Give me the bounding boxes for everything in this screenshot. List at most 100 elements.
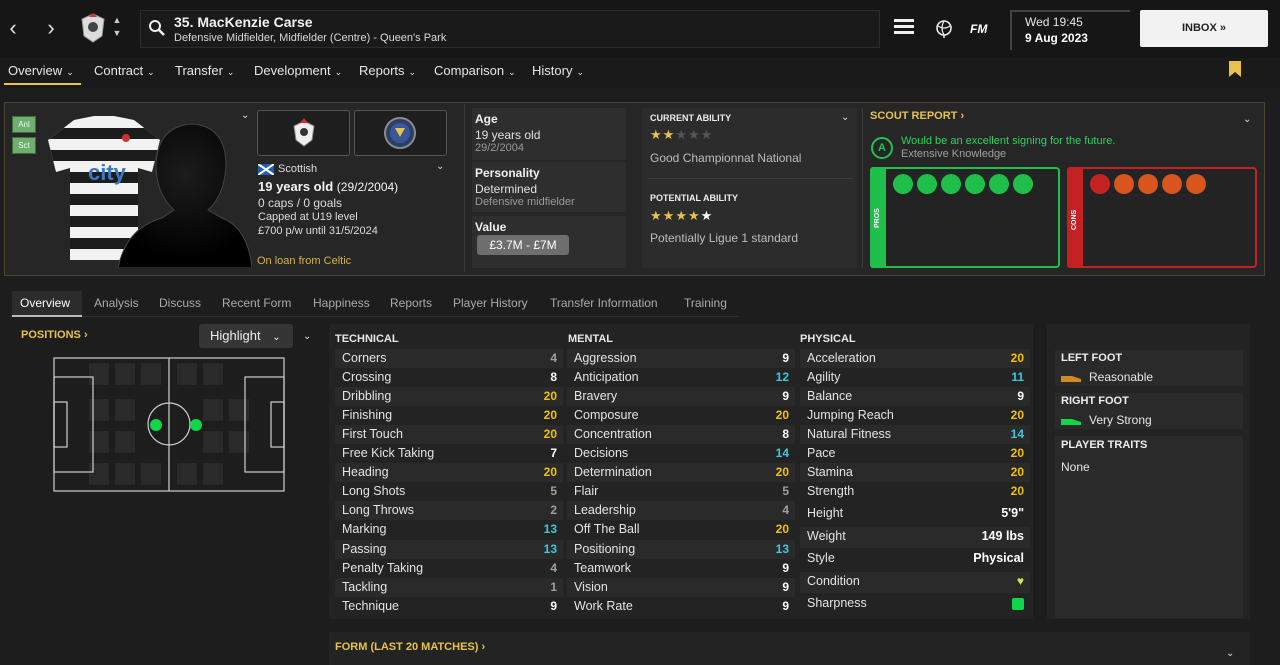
- physical-attribute-row[interactable]: Acceleration 20: [800, 349, 1030, 368]
- technical-attribute-row[interactable]: Tackling 1: [335, 577, 563, 597]
- kit-dropdown-chevron-icon[interactable]: ⌄: [241, 110, 249, 121]
- technical-attribute-row[interactable]: Finishing 20: [335, 406, 563, 425]
- report-icon[interactable]: [1114, 174, 1134, 194]
- player-switch-arrows[interactable]: ▲ ▼: [110, 14, 124, 42]
- physical-attribute-row[interactable]: Stamina 20: [800, 463, 1030, 483]
- attribute-name: First Touch: [342, 427, 403, 442]
- technical-attribute-row[interactable]: Long Shots 5: [335, 482, 563, 501]
- tab-reports[interactable]: Reports: [390, 296, 432, 310]
- physical-attribute-row[interactable]: Jumping Reach 20: [800, 406, 1030, 425]
- form-link[interactable]: FORM (LAST 20 MATCHES) ›: [335, 641, 485, 653]
- tab-transfer-information[interactable]: Transfer Information: [550, 296, 658, 310]
- technical-attribute-row[interactable]: Crossing 8: [335, 368, 563, 387]
- forward-button[interactable]: ›: [41, 14, 61, 42]
- form-dropdown-chevron-icon[interactable]: ⌄: [1226, 648, 1234, 659]
- mental-attribute-row[interactable]: Flair 5: [567, 482, 795, 501]
- tab-player-history[interactable]: Player History: [453, 296, 528, 310]
- star-icon: ★: [700, 208, 714, 223]
- attribute-value: 5'9": [1001, 506, 1024, 520]
- technical-attribute-row[interactable]: Technique 9: [335, 597, 563, 616]
- attribute-name: Work Rate: [574, 598, 633, 613]
- menu-comparison[interactable]: Comparison ⌄: [434, 63, 516, 78]
- technical-attribute-row[interactable]: Long Throws 2: [335, 501, 563, 521]
- mental-attribute-row[interactable]: Vision 9: [567, 577, 795, 597]
- menu-icon[interactable]: [894, 19, 914, 35]
- position-mc-dot: [190, 419, 202, 431]
- mental-attribute-row[interactable]: Anticipation 12: [567, 368, 795, 387]
- menu-overview[interactable]: Overview ⌄: [8, 63, 74, 78]
- mental-attribute-row[interactable]: Work Rate 9: [567, 597, 795, 616]
- technical-attribute-row[interactable]: First Touch 20: [335, 425, 563, 445]
- tab-overview[interactable]: Overview: [20, 296, 70, 310]
- physical-attribute-row[interactable]: Pace 20: [800, 444, 1030, 463]
- back-button[interactable]: ‹: [3, 14, 23, 42]
- mental-attribute-row[interactable]: Positioning 13: [567, 539, 795, 559]
- scout-tag[interactable]: Sct: [12, 137, 36, 154]
- star-icon: ★: [675, 208, 688, 223]
- tab-recent-form[interactable]: Recent Form: [222, 296, 291, 310]
- bookmark-icon[interactable]: [1229, 61, 1241, 77]
- left-boot-icon: [1061, 376, 1081, 382]
- head-icon[interactable]: [989, 174, 1009, 194]
- highlight-dropdown[interactable]: Highlight ⌄: [199, 324, 293, 348]
- scout-dropdown-chevron-icon[interactable]: ⌄: [1243, 114, 1251, 125]
- tab-analysis[interactable]: Analysis: [94, 296, 139, 310]
- mental-attribute-row[interactable]: Leadership 4: [567, 501, 795, 521]
- fire-icon[interactable]: [1186, 174, 1206, 194]
- tactics-icon[interactable]: [941, 174, 961, 194]
- team-icon[interactable]: [965, 174, 985, 194]
- search-icon[interactable]: [148, 19, 166, 37]
- mental-attribute-row[interactable]: Teamwork 9: [567, 559, 795, 578]
- tab-discuss[interactable]: Discuss: [159, 296, 201, 310]
- mental-attribute-row[interactable]: Composure 20: [567, 406, 795, 425]
- globe-icon[interactable]: [935, 20, 953, 38]
- value-label: Value: [475, 220, 507, 234]
- attribute-name: Positioning: [574, 541, 636, 556]
- attribute-value: 4: [550, 351, 557, 365]
- briefcase-icon[interactable]: [893, 174, 913, 194]
- mental-attribute-row[interactable]: Bravery 9: [567, 387, 795, 407]
- attribute-name: Flair: [574, 484, 599, 499]
- ability-dropdown-chevron-icon[interactable]: ⌄: [841, 112, 849, 123]
- menu-transfer[interactable]: Transfer ⌄: [175, 63, 234, 78]
- loan-status[interactable]: On loan from Celtic: [257, 255, 351, 267]
- boots-icon[interactable]: [1013, 174, 1033, 194]
- nation-dropdown-chevron-icon[interactable]: ⌄: [436, 161, 444, 172]
- tab-happiness[interactable]: Happiness: [313, 296, 370, 310]
- technical-attribute-row[interactable]: Free Kick Taking 7: [335, 444, 563, 463]
- menu-development[interactable]: Development ⌄: [254, 63, 342, 78]
- speech-icon[interactable]: [1138, 174, 1158, 194]
- physical-attribute-row[interactable]: Natural Fitness 14: [800, 425, 1030, 445]
- attribute-value: 20: [775, 408, 789, 423]
- value-range-pill[interactable]: £3.7M - £7M: [477, 235, 569, 255]
- positions-options-chevron-icon[interactable]: ⌄: [303, 331, 311, 342]
- technical-attribute-row[interactable]: Passing 13: [335, 539, 563, 559]
- scout-report-link[interactable]: SCOUT REPORT ›: [870, 110, 964, 122]
- technical-attribute-row[interactable]: Dribbling 20: [335, 387, 563, 407]
- mental-attribute-row[interactable]: Aggression 9: [567, 349, 795, 368]
- mental-attribute-row[interactable]: Decisions 14: [567, 444, 795, 463]
- club-crest-icon[interactable]: [80, 12, 106, 44]
- physical-attribute-row[interactable]: Strength 20: [800, 482, 1030, 501]
- menu-reports[interactable]: Reports ⌄: [359, 63, 416, 78]
- syringe-icon[interactable]: [917, 174, 937, 194]
- mental-attribute-row[interactable]: Determination 20: [567, 463, 795, 483]
- physical-attribute-row[interactable]: Balance 9: [800, 387, 1030, 407]
- inbox-button[interactable]: INBOX »: [1140, 10, 1268, 47]
- scissors-icon[interactable]: [1162, 174, 1182, 194]
- technical-attribute-row[interactable]: Corners 4: [335, 349, 563, 368]
- tab-training[interactable]: Training: [684, 296, 727, 310]
- analyst-tag[interactable]: Anl: [12, 116, 36, 133]
- nationality-label[interactable]: Scottish: [278, 163, 317, 175]
- physical-attribute-row[interactable]: Agility 11: [800, 368, 1030, 387]
- menu-contract[interactable]: Contract ⌄: [94, 63, 155, 78]
- fm-logo[interactable]: FM: [970, 22, 987, 36]
- mental-attribute-row[interactable]: Off The Ball 20: [567, 520, 795, 539]
- technical-attribute-row[interactable]: Marking 13: [335, 520, 563, 539]
- technical-attribute-row[interactable]: Penalty Taking 4: [335, 559, 563, 578]
- technical-attribute-row[interactable]: Heading 20: [335, 463, 563, 483]
- menu-history[interactable]: History ⌄: [532, 63, 584, 78]
- mental-attribute-row[interactable]: Concentration 8: [567, 425, 795, 445]
- positions-link[interactable]: POSITIONS ›: [21, 329, 88, 341]
- magnet-icon[interactable]: [1090, 174, 1110, 194]
